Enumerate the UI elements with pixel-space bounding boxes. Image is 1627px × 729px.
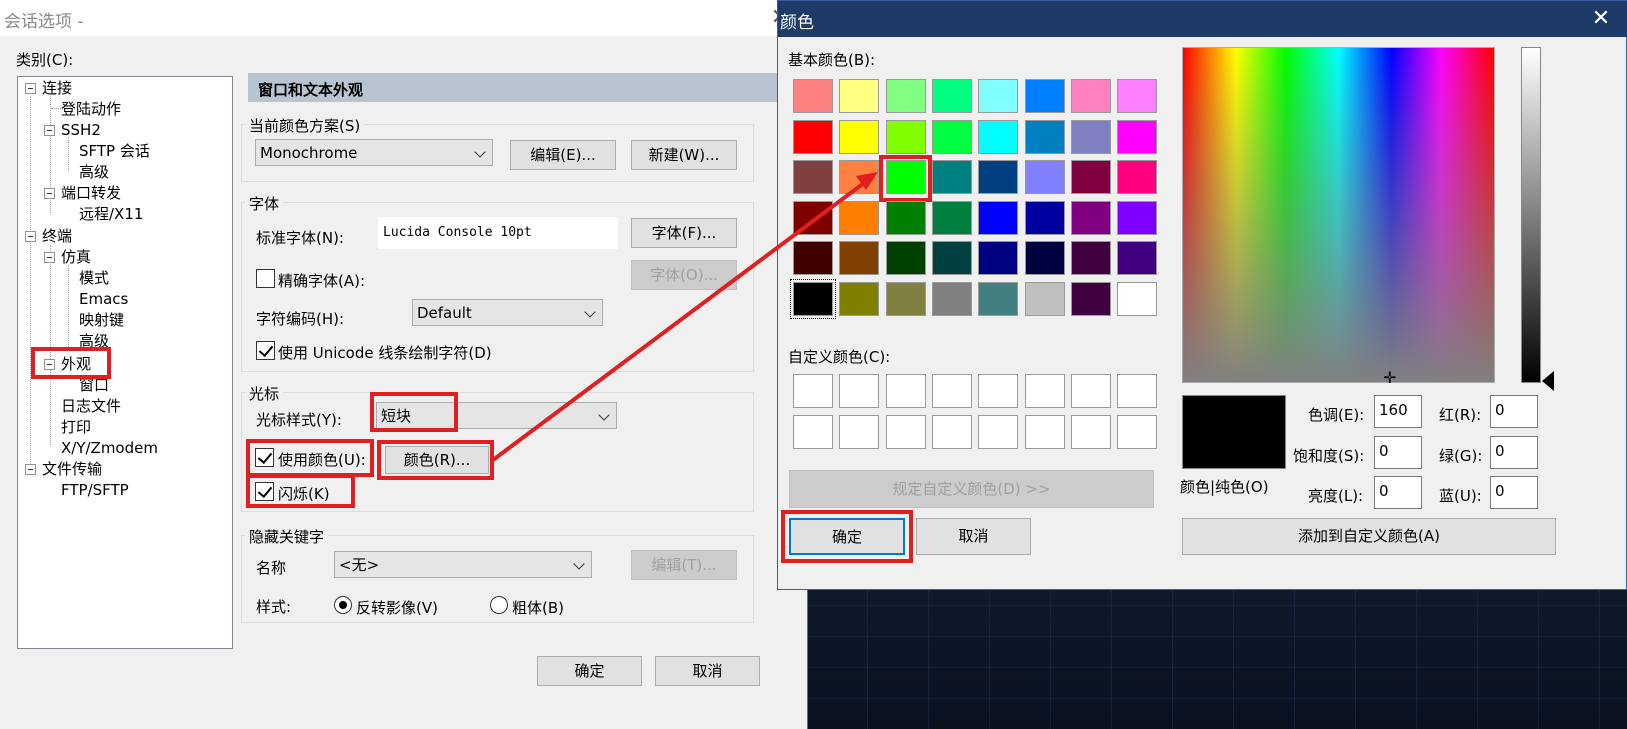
arrow-line [491, 178, 870, 462]
annotation-arrow [491, 172, 878, 462]
